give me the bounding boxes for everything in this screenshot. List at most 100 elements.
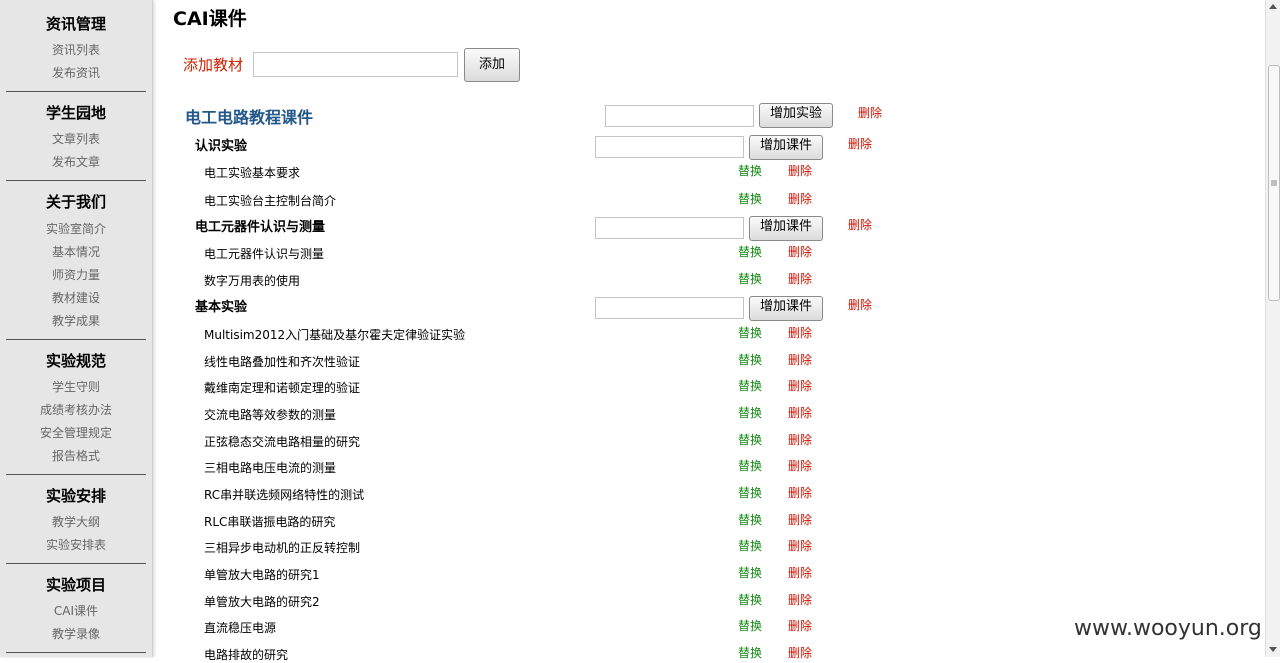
page-title: CAI课件	[173, 8, 247, 30]
replace-link[interactable]: 替换	[738, 645, 762, 661]
courseware-item-title: 线性电路叠加性和齐次性验证	[204, 355, 361, 369]
sidebar: 资讯管理 资讯列表 发布资讯 学生园地 文章列表 发布文章 关于我们 实验室简介 基本情况 师资力…	[0, 0, 153, 657]
sidebar-link[interactable]: 教学成果	[0, 313, 152, 329]
sidebar-link[interactable]: 基本情况	[0, 244, 152, 260]
experiment-group-title: 认识实验	[195, 139, 248, 154]
delete-item-link[interactable]: 删除	[788, 271, 812, 287]
experiment-group-title: 基本实验	[195, 300, 248, 315]
replace-link[interactable]: 替换	[738, 271, 762, 287]
replace-link[interactable]: 替换	[738, 565, 762, 581]
courseware-item-title: RLC串联谐振电路的研究	[204, 515, 336, 529]
courseware-item-title: 单管放大电路的研究2	[204, 595, 320, 609]
delete-item-link[interactable]: 删除	[788, 163, 812, 179]
sidebar-divider	[6, 91, 146, 92]
add-courseware-button[interactable]: 增加课件	[749, 296, 823, 321]
sidebar-link[interactable]: 实验室简介	[0, 221, 152, 237]
replace-link[interactable]: 替换	[738, 592, 762, 608]
sidebar-divider	[6, 474, 146, 475]
sidebar-link[interactable]: 成绩考核办法	[0, 402, 152, 418]
sidebar-link[interactable]: 教学录像	[0, 626, 152, 642]
sidebar-link[interactable]: CAI课件	[0, 603, 152, 619]
add-material-label: 添加教材	[183, 56, 244, 74]
courseware-item-title: Multisim2012入门基础及基尔霍夫定律验证实验	[204, 328, 466, 342]
replace-link[interactable]: 替换	[738, 352, 762, 368]
delete-item-link[interactable]: 删除	[788, 432, 812, 448]
delete-item-link[interactable]: 删除	[788, 485, 812, 501]
delete-item-link[interactable]: 删除	[788, 565, 812, 581]
courseware-item-title: 正弦稳态交流电路相量的研究	[204, 435, 361, 449]
sidebar-link[interactable]: 教材建设	[0, 290, 152, 306]
add-courseware-button[interactable]: 增加课件	[749, 135, 823, 160]
delete-item-link[interactable]: 删除	[788, 645, 812, 661]
sidebar-section-title: 关于我们	[45, 193, 106, 211]
sidebar-section-title: 资讯管理	[45, 15, 106, 33]
delete-item-link[interactable]: 删除	[788, 378, 812, 394]
replace-link[interactable]: 替换	[738, 538, 762, 554]
watermark: www.wooyun.org	[1074, 616, 1262, 641]
delete-item-link[interactable]: 删除	[788, 618, 812, 634]
replace-link[interactable]: 替换	[738, 512, 762, 528]
sidebar-section-title: 实验项目	[45, 576, 106, 594]
delete-item-link[interactable]: 删除	[788, 352, 812, 368]
sidebar-link[interactable]: 教学大纲	[0, 514, 152, 530]
add-experiment-button[interactable]: 增加实验	[759, 103, 833, 128]
course-title: 电工电路教程课件	[185, 108, 314, 127]
delete-item-link[interactable]: 删除	[788, 538, 812, 554]
add-courseware-input[interactable]	[595, 297, 744, 319]
replace-link[interactable]: 替换	[738, 405, 762, 421]
delete-group-link[interactable]: 删除	[848, 136, 872, 152]
delete-item-link[interactable]: 删除	[788, 512, 812, 528]
courseware-item-title: 电工实验台主控制台简介	[204, 194, 337, 208]
sidebar-link[interactable]: 实验安排表	[0, 537, 152, 553]
delete-item-link[interactable]: 删除	[788, 325, 812, 341]
sidebar-divider	[6, 180, 146, 181]
sidebar-divider	[6, 339, 146, 340]
replace-link[interactable]: 替换	[738, 244, 762, 260]
courseware-item-title: 数字万用表的使用	[204, 274, 301, 288]
courseware-item-title: 电路排故的研究	[204, 648, 289, 662]
delete-group-link[interactable]: 删除	[848, 217, 872, 233]
sidebar-divider	[6, 563, 146, 564]
add-courseware-button[interactable]: 增加课件	[749, 216, 823, 241]
replace-link[interactable]: 替换	[738, 485, 762, 501]
sidebar-link[interactable]: 发布文章	[0, 154, 152, 170]
courseware-item-title: RC串并联选频网络特性的测试	[204, 488, 365, 502]
replace-link[interactable]: 替换	[738, 432, 762, 448]
add-courseware-input[interactable]	[595, 136, 744, 158]
replace-link[interactable]: 替换	[738, 618, 762, 634]
main-content: CAI课件 添加教材 添加 电工电路教程课件 增加实验 删除 认识实验 增加课件删…	[153, 0, 1265, 662]
delete-course-link[interactable]: 删除	[858, 105, 882, 121]
sidebar-link[interactable]: 学生守则	[0, 379, 152, 395]
replace-link[interactable]: 替换	[738, 163, 762, 179]
sidebar-link[interactable]: 报告格式	[0, 448, 152, 464]
replace-link[interactable]: 替换	[738, 458, 762, 474]
replace-link[interactable]: 替换	[738, 191, 762, 207]
courseware-item-title: 交流电路等效参数的测量	[204, 408, 337, 422]
delete-item-link[interactable]: 删除	[788, 458, 812, 474]
scroll-up-arrow-icon[interactable]	[1269, 4, 1277, 9]
scroll-thumb[interactable]	[1268, 65, 1280, 301]
replace-link[interactable]: 替换	[738, 378, 762, 394]
vertical-scrollbar[interactable]	[1265, 0, 1280, 657]
sidebar-link[interactable]: 文章列表	[0, 131, 152, 147]
courseware-item-title: 单管放大电路的研究1	[204, 568, 320, 582]
experiment-group-title: 电工元器件认识与测量	[195, 220, 326, 235]
sidebar-section-title: 实验安排	[45, 487, 106, 505]
replace-link[interactable]: 替换	[738, 325, 762, 341]
delete-item-link[interactable]: 删除	[788, 405, 812, 421]
delete-group-link[interactable]: 删除	[848, 297, 872, 313]
delete-item-link[interactable]: 删除	[788, 592, 812, 608]
add-experiment-input[interactable]	[605, 105, 754, 127]
sidebar-link[interactable]: 安全管理规定	[0, 425, 152, 441]
add-material-input[interactable]	[253, 52, 458, 77]
courseware-item-title: 直流稳压电源	[204, 621, 277, 635]
courseware-item-title: 三相电路电压电流的测量	[204, 461, 337, 475]
sidebar-link[interactable]: 师资力量	[0, 267, 152, 283]
sidebar-link[interactable]: 发布资讯	[0, 65, 152, 81]
add-courseware-input[interactable]	[595, 217, 744, 239]
add-material-button[interactable]: 添加	[464, 48, 520, 82]
delete-item-link[interactable]: 删除	[788, 244, 812, 260]
sidebar-link[interactable]: 资讯列表	[0, 42, 152, 58]
scroll-down-arrow-icon[interactable]	[1269, 647, 1277, 652]
delete-item-link[interactable]: 删除	[788, 191, 812, 207]
